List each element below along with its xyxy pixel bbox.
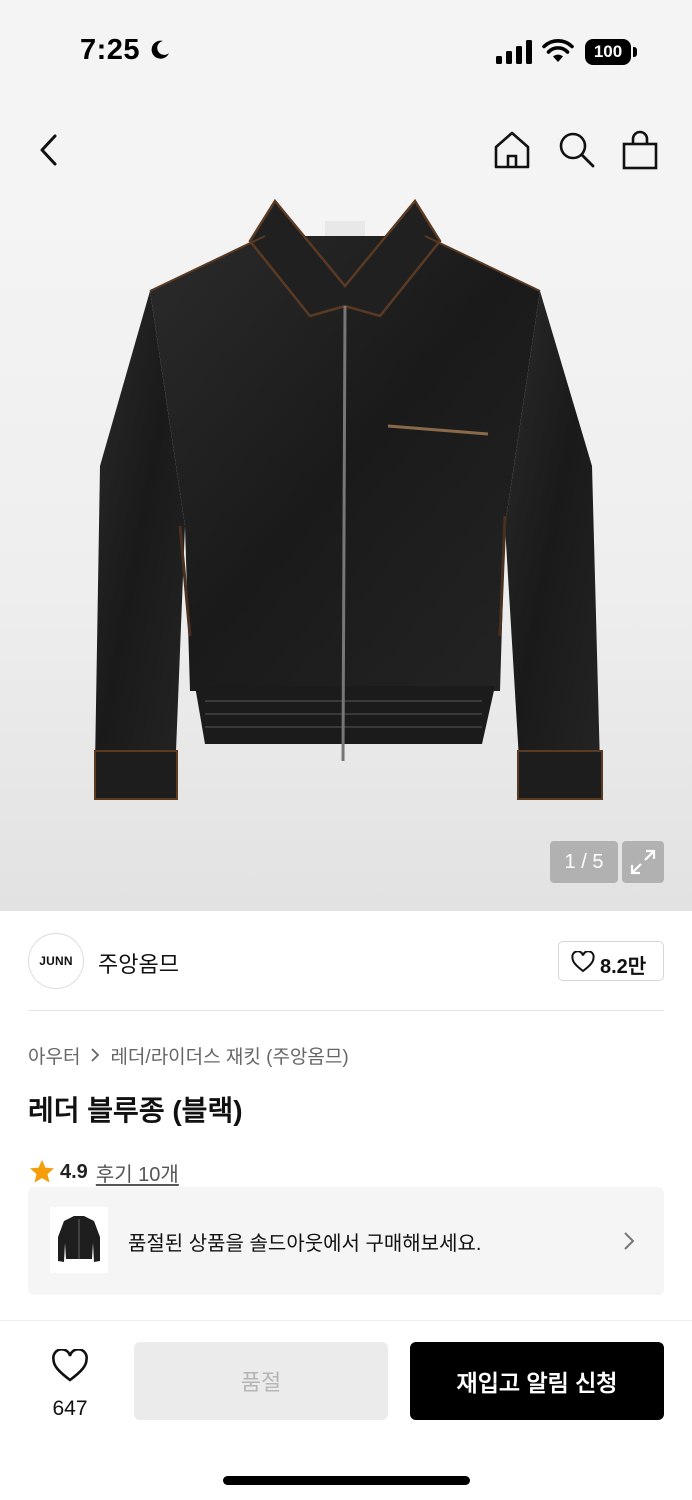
expand-button[interactable] [622, 841, 664, 883]
brand-like-count: 8.2만 [600, 956, 647, 978]
breadcrumb-item-outer[interactable]: 아우터 [28, 1042, 80, 1069]
brand-row: JUNN 주앙옴므 8.2만 [0, 911, 692, 1011]
rating-score: 4.9 [60, 1160, 88, 1183]
bottom-action-bar: 647 품절 재입고 알림 신청 [0, 1320, 692, 1500]
breadcrumb: 아우터 레더/라이더스 재킷 (주앙옴므) [28, 1042, 349, 1068]
soldout-message: 품절된 상품을 솔드아웃에서 구매해보세요. [128, 1233, 482, 1255]
soldout-banner[interactable]: 품절된 상품을 솔드아웃에서 구매해보세요. [28, 1187, 664, 1295]
product-thumbnail [50, 1207, 108, 1273]
expand-icon [630, 849, 656, 875]
heart-icon [571, 951, 595, 973]
chevron-right-icon [91, 1048, 100, 1062]
product-title: 레더 블루종 (블랙) [28, 1095, 243, 1126]
wishlist-count: 647 [52, 1397, 88, 1420]
top-nav [0, 100, 692, 196]
battery-level: 100 [585, 39, 631, 65]
product-image-carousel[interactable]: 1 / 5 [0, 196, 692, 911]
status-bar: 7:25 100 [0, 0, 692, 100]
rating: 4.9 후기 10개 [28, 1157, 179, 1187]
star-icon [29, 1159, 55, 1183]
wifi-icon [542, 39, 574, 62]
status-time: 7:25 [80, 34, 141, 66]
home-icon[interactable] [492, 130, 532, 170]
moon-icon [151, 40, 169, 59]
reviews-link[interactable]: 후기 10개 [96, 1158, 179, 1187]
brand-like-button[interactable]: 8.2만 [558, 941, 664, 981]
product-image [94, 198, 603, 800]
battery-icon: 100 [585, 39, 637, 65]
image-counter: 1 / 5 [550, 841, 618, 883]
back-icon[interactable] [32, 130, 68, 170]
heart-icon [52, 1349, 88, 1382]
home-indicator [223, 1476, 470, 1485]
breadcrumb-item-category[interactable]: 레더/라이더스 재킷 (주앙옴므) [110, 1042, 348, 1069]
brand-logo[interactable]: JUNN [28, 933, 84, 989]
wishlist-button[interactable]: 647 [30, 1343, 110, 1423]
search-icon[interactable] [556, 130, 596, 170]
divider [28, 1010, 664, 1011]
restock-alert-button[interactable]: 재입고 알림 신청 [410, 1342, 664, 1420]
signal-icon [496, 40, 532, 64]
brand-name[interactable]: 주앙옴므 [98, 947, 179, 979]
soldout-button: 품절 [134, 1342, 388, 1420]
chevron-right-icon [624, 1232, 635, 1250]
shopping-bag-icon[interactable] [620, 130, 660, 170]
